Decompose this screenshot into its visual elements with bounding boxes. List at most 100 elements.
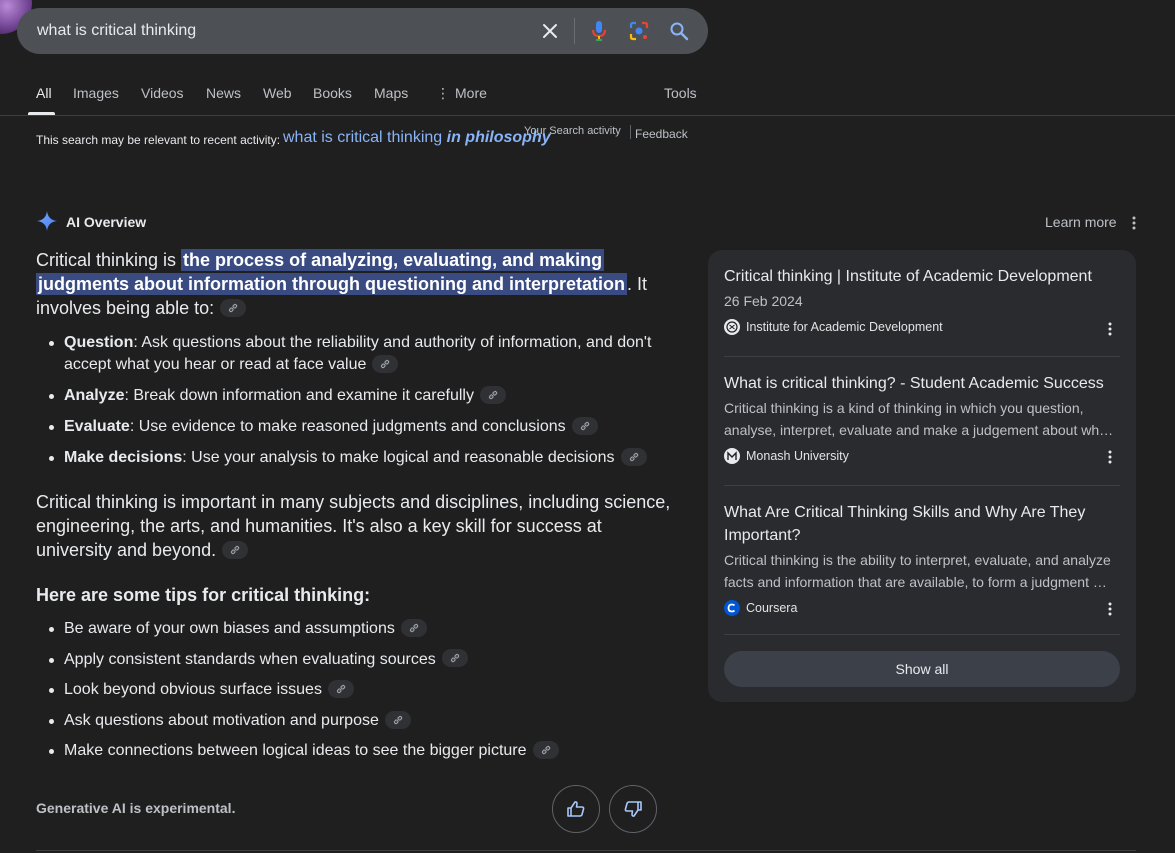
generative-ai-note: Generative AI is experimental. xyxy=(36,800,236,816)
bullet-text: : Break down information and examine it … xyxy=(124,387,474,404)
list-item: Analyze: Break down information and exam… xyxy=(36,385,676,407)
intro-pre: Critical thinking is xyxy=(36,250,182,270)
source-card-3[interactable]: What Are Critical Thinking Skills and Wh… xyxy=(724,501,1120,617)
more-vert-icon: ⋮ xyxy=(436,85,450,101)
source-more-icon[interactable] xyxy=(1104,600,1116,618)
search-bar xyxy=(17,8,708,54)
thumbs-up-icon xyxy=(567,801,585,817)
source-site-name: Monash University xyxy=(746,449,849,463)
citation-link-icon[interactable] xyxy=(532,741,559,760)
tab-news[interactable]: News xyxy=(206,85,241,101)
search-bar-divider xyxy=(574,18,575,44)
recent-link-plain: what is critical thinking xyxy=(283,129,443,146)
lens-icon[interactable] xyxy=(627,19,651,43)
tab-web[interactable]: Web xyxy=(263,85,292,101)
citation-link-icon[interactable] xyxy=(479,385,506,404)
thumbs-up-button[interactable] xyxy=(552,785,600,833)
list-item: Look beyond obvious surface issues xyxy=(36,679,676,701)
bullet-term: Question xyxy=(64,334,134,351)
citation-link-icon[interactable] xyxy=(372,354,399,373)
tip-text: Be aware of your own biases and assumpti… xyxy=(64,620,395,637)
search-input[interactable] xyxy=(37,8,517,54)
bullet-term: Analyze xyxy=(64,387,125,404)
tips-list: Be aware of your own biases and assumpti… xyxy=(36,618,676,762)
learn-more-link[interactable]: Learn more xyxy=(1045,214,1117,230)
source-card-1[interactable]: Critical thinking | Institute of Academi… xyxy=(724,265,1120,336)
mic-icon[interactable] xyxy=(587,19,611,43)
intro-highlight-1: the process of analyzing, evaluating, an… xyxy=(181,249,605,271)
tab-more-label: More xyxy=(455,85,487,101)
tab-images[interactable]: Images xyxy=(73,85,119,101)
tip-text: Look beyond obvious surface issues xyxy=(64,681,322,699)
active-tab-indicator xyxy=(28,112,55,115)
list-item: Ask questions about motivation and purpo… xyxy=(36,710,676,732)
coursera-logo-icon xyxy=(724,600,740,616)
citation-link-icon[interactable] xyxy=(400,618,427,637)
source-site: Monash University xyxy=(724,447,1120,465)
list-item: Make connections between logical ideas t… xyxy=(36,740,676,762)
source-title[interactable]: What Are Critical Thinking Skills and Wh… xyxy=(724,501,1120,547)
monash-logo-icon xyxy=(724,448,740,464)
tab-books[interactable]: Books xyxy=(313,85,352,101)
sparkle-icon xyxy=(37,211,57,231)
source-snippet-line-2: facts and information that are available… xyxy=(724,574,1107,590)
source-site: Institute for Academic Development xyxy=(724,318,1120,336)
citation-link-icon[interactable] xyxy=(620,447,647,466)
intro-post-2: involves being able to: xyxy=(36,298,215,318)
tip-text: Ask questions about motivation and purpo… xyxy=(64,711,379,729)
feedback-link[interactable]: Feedback xyxy=(635,127,688,141)
source-more-icon[interactable] xyxy=(1104,448,1116,466)
ai-overview-header: AI Overview Learn more xyxy=(36,210,1146,234)
tips-heading: Here are some tips for critical thinking… xyxy=(36,585,371,605)
bullet-text: : Use evidence to make reasoned judgment… xyxy=(129,418,566,435)
thumbs-down-button[interactable] xyxy=(609,785,657,833)
tab-all[interactable]: All xyxy=(36,85,52,101)
intro-highlight-2: judgments about information through ques… xyxy=(36,273,627,295)
list-item: Evaluate: Use evidence to make reasoned … xyxy=(36,416,676,438)
source-more-icon[interactable] xyxy=(1104,320,1116,338)
tab-more[interactable]: ⋮ More xyxy=(436,85,487,102)
sources-panel: Critical thinking | Institute of Academi… xyxy=(708,250,1136,702)
bullet-text: : Ask questions about the reliability an… xyxy=(64,334,652,373)
list-item: Be aware of your own biases and assumpti… xyxy=(36,618,676,640)
bottom-divider xyxy=(36,850,1136,851)
citation-link-icon[interactable] xyxy=(571,416,598,435)
citation-link-icon[interactable] xyxy=(441,649,468,668)
close-icon[interactable] xyxy=(538,19,562,43)
list-item: Question: Ask questions about the reliab… xyxy=(36,332,676,376)
ai-paragraph-2: Critical thinking is important in many s… xyxy=(36,490,676,562)
source-divider xyxy=(724,485,1120,486)
search-icon[interactable] xyxy=(667,19,691,43)
tip-text: Make connections between logical ideas t… xyxy=(64,742,527,760)
tab-videos[interactable]: Videos xyxy=(141,85,184,101)
bullet-text: : Use your analysis to make logical and … xyxy=(182,449,615,466)
list-item: Make decisions: Use your analysis to mak… xyxy=(36,447,676,469)
source-snippet-line-1: Critical thinking is the ability to inte… xyxy=(724,552,1111,568)
source-card-2[interactable]: What is critical thinking? - Student Aca… xyxy=(724,372,1120,465)
source-title[interactable]: Critical thinking | Institute of Academi… xyxy=(724,265,1120,288)
ai-bullets: Question: Ask questions about the reliab… xyxy=(36,332,676,469)
citation-link-icon[interactable] xyxy=(384,710,411,729)
intro-post-1: . It xyxy=(626,274,647,294)
source-title-line-2: Important? xyxy=(724,527,801,544)
tip-text: Apply consistent standards when evaluati… xyxy=(64,650,436,668)
citation-link-icon[interactable] xyxy=(220,299,247,318)
source-site: Coursera xyxy=(724,599,1120,617)
recent-activity-banner: This search may be relevant to recent ac… xyxy=(36,125,696,152)
tools-button[interactable]: Tools xyxy=(664,85,697,101)
citation-link-icon[interactable] xyxy=(222,541,249,560)
ai-overview-title: AI Overview xyxy=(66,214,147,230)
source-snippet-line-2: analyse, interpret, evaluate and make a … xyxy=(724,422,1114,438)
citation-link-icon[interactable] xyxy=(327,679,354,698)
search-tabs: All Images Videos News Web Books Maps ⋮ M… xyxy=(0,78,1175,116)
search-activity-link[interactable]: Your Search activity xyxy=(524,125,621,137)
source-title-line-1: What Are Critical Thinking Skills and Wh… xyxy=(724,504,1086,521)
recent-activity-label: This search may be relevant to recent ac… xyxy=(36,133,281,147)
show-all-button[interactable]: Show all xyxy=(724,651,1120,687)
recent-activity-link[interactable]: what is critical thinking in philosophy xyxy=(283,129,551,147)
more-options-icon[interactable] xyxy=(1128,213,1140,233)
tab-maps[interactable]: Maps xyxy=(374,85,408,101)
search-results-page: All Images Videos News Web Books Maps ⋮ M… xyxy=(0,0,1175,853)
source-divider xyxy=(724,356,1120,357)
source-title[interactable]: What is critical thinking? - Student Aca… xyxy=(724,372,1120,395)
